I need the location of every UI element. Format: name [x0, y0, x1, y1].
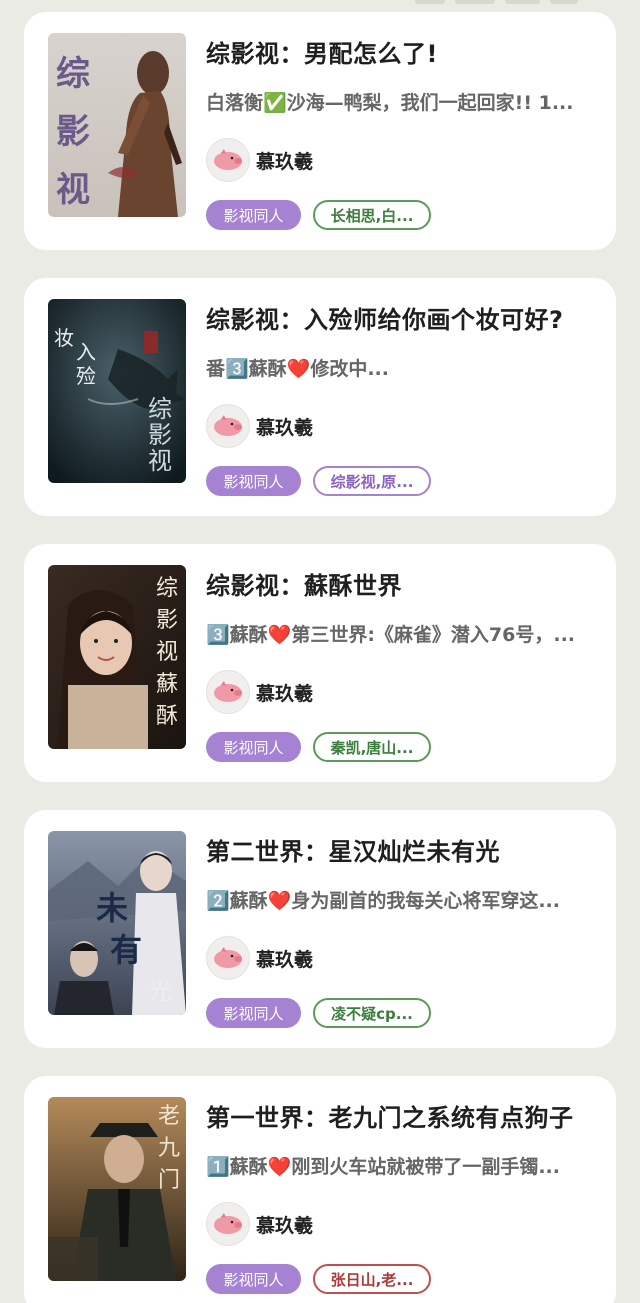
book-card[interactable]: 综 影 视 综影视：男配怎么了! 白落衡✅沙海—鸭梨，我们一起回家!! 1...… — [24, 12, 616, 250]
cover-title-char: 未 — [96, 889, 128, 927]
avatar[interactable] — [206, 404, 250, 448]
extra-tag[interactable]: 秦凯,唐山... — [313, 732, 431, 762]
cover-title-char: 视 — [148, 447, 172, 475]
cover-title-char: 酥 — [156, 704, 178, 729]
previous-card-edge — [415, 0, 595, 6]
avatar[interactable] — [206, 138, 250, 182]
author-info[interactable]: 慕玖羲 — [206, 138, 313, 182]
pig-icon — [214, 1213, 242, 1234]
cover-title-char: 殓 — [76, 364, 96, 388]
book-title[interactable]: 第二世界：星汉灿烂未有光 — [206, 832, 606, 867]
cover-title-char: 视 — [56, 170, 90, 210]
tag-row: 影视同人 综影视,原... — [206, 466, 431, 496]
book-cover[interactable]: 未 有 光 — [48, 831, 186, 1015]
tag-row: 影视同人 长相思,白... — [206, 200, 431, 230]
cover-title-char: 老 — [158, 1104, 180, 1129]
category-tag[interactable]: 影视同人 — [206, 200, 301, 230]
cover-title-char: 入 — [76, 340, 96, 364]
cover-title-char: 综 — [148, 395, 172, 423]
cover-illustration: 未 有 光 — [48, 831, 186, 1015]
cover-title-char: 影 — [156, 608, 178, 633]
cover-illustration: 妆 入 殓 综 影 视 — [48, 299, 186, 483]
tag-row: 影视同人 秦凯,唐山... — [206, 732, 431, 762]
book-description: 番3️⃣蘇酥❤️修改中... — [206, 358, 389, 380]
extra-tag[interactable]: 长相思,白... — [313, 200, 431, 230]
cover-title-char: 影 — [148, 421, 172, 449]
tag-row: 影视同人 张日山,老... — [206, 1264, 431, 1294]
cover-illustration: 综 影 视 — [48, 33, 186, 217]
pig-icon — [214, 947, 242, 968]
book-card[interactable]: 老 九 门 第一世界：老九门之系统有点狗子 1️⃣蘇酥❤️刚到火车站就被带了一副… — [24, 1076, 616, 1303]
book-title[interactable]: 综影视：入殓师给你画个妆可好? — [206, 300, 606, 335]
author-name[interactable]: 慕玖羲 — [256, 679, 313, 706]
category-tag[interactable]: 影视同人 — [206, 998, 301, 1028]
book-title[interactable]: 综影视：男配怎么了! — [206, 34, 606, 69]
book-cover[interactable]: 综 影 视 — [48, 33, 186, 217]
author-info[interactable]: 慕玖羲 — [206, 404, 313, 448]
cover-title-char: 九 — [158, 1136, 180, 1161]
book-description: 1️⃣蘇酥❤️刚到火车站就被带了一副手镯... — [206, 1156, 560, 1178]
cover-title-char: 门 — [158, 1168, 180, 1193]
book-cover[interactable]: 综 影 视 蘇 酥 — [48, 565, 186, 749]
cover-title-char: 视 — [156, 640, 178, 665]
tag-row: 影视同人 凌不疑cp... — [206, 998, 431, 1028]
book-card[interactable]: 未 有 光 第二世界：星汉灿烂未有光 2️⃣蘇酥❤️身为副首的我每关心将军穿这.… — [24, 810, 616, 1048]
author-name[interactable]: 慕玖羲 — [256, 1211, 313, 1238]
cover-illustration: 老 九 门 — [48, 1097, 186, 1281]
pig-icon — [214, 415, 242, 436]
avatar[interactable] — [206, 1202, 250, 1246]
book-title[interactable]: 综影视：蘇酥世界 — [206, 566, 606, 601]
book-cover[interactable]: 妆 入 殓 综 影 视 — [48, 299, 186, 483]
author-info[interactable]: 慕玖羲 — [206, 1202, 313, 1246]
category-tag[interactable]: 影视同人 — [206, 1264, 301, 1294]
cover-title-char: 影 — [56, 112, 90, 152]
author-name[interactable]: 慕玖羲 — [256, 413, 313, 440]
book-description: 白落衡✅沙海—鸭梨，我们一起回家!! 1... — [206, 92, 574, 114]
avatar[interactable] — [206, 936, 250, 980]
book-description: 3️⃣蘇酥❤️第三世界:《麻雀》潜入76号，... — [206, 624, 576, 646]
cover-title-char: 综 — [56, 54, 90, 94]
category-tag[interactable]: 影视同人 — [206, 466, 301, 496]
author-info[interactable]: 慕玖羲 — [206, 936, 313, 980]
book-description: 2️⃣蘇酥❤️身为副首的我每关心将军穿这... — [206, 890, 560, 912]
extra-tag[interactable]: 张日山,老... — [313, 1264, 431, 1294]
book-card[interactable]: 综 影 视 蘇 酥 综影视：蘇酥世界 3️⃣蘇酥❤️第三世界:《麻雀》潜入76号… — [24, 544, 616, 782]
cover-title-char: 综 — [156, 576, 178, 601]
author-info[interactable]: 慕玖羲 — [206, 670, 313, 714]
extra-tag[interactable]: 综影视,原... — [313, 466, 431, 496]
book-list-page: 综 影 视 综影视：男配怎么了! 白落衡✅沙海—鸭梨，我们一起回家!! 1...… — [0, 0, 640, 1303]
cover-title-char: 妆 — [54, 326, 74, 350]
extra-tag[interactable]: 凌不疑cp... — [313, 998, 431, 1028]
author-name[interactable]: 慕玖羲 — [256, 147, 313, 174]
author-name[interactable]: 慕玖羲 — [256, 945, 313, 972]
category-tag[interactable]: 影视同人 — [206, 732, 301, 762]
cover-illustration: 综 影 视 蘇 酥 — [48, 565, 186, 749]
cover-title-char: 光 — [148, 977, 172, 1005]
book-card[interactable]: 妆 入 殓 综 影 视 综影视：入殓师给你画个妆可好? 番3️⃣蘇酥❤️修改中.… — [24, 278, 616, 516]
cover-title-char: 有 — [110, 931, 142, 969]
book-cover[interactable]: 老 九 门 — [48, 1097, 186, 1281]
avatar[interactable] — [206, 670, 250, 714]
pig-icon — [214, 681, 242, 702]
book-title[interactable]: 第一世界：老九门之系统有点狗子 — [206, 1098, 606, 1133]
pig-icon — [214, 149, 242, 170]
cover-title-char: 蘇 — [156, 672, 178, 697]
